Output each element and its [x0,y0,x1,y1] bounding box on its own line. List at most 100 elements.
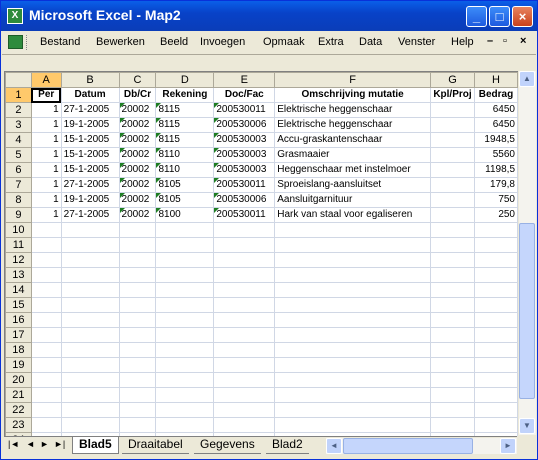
empty-cell[interactable] [30,417,62,433]
row-header[interactable]: 10 [5,222,32,238]
vertical-scrollbar[interactable]: ▲ ▼ [518,71,536,435]
cell-g[interactable] [430,117,475,133]
cell-f[interactable]: Elektrische heggenschaar [274,117,431,133]
close-button[interactable]: × [512,6,533,27]
empty-cell[interactable] [30,387,62,403]
cell-e[interactable]: 200530006 [213,117,276,133]
row-header[interactable]: 19 [5,357,32,373]
empty-cell[interactable] [30,327,62,343]
empty-cell[interactable] [274,252,431,268]
column-header-b[interactable]: B [60,72,120,88]
row-header[interactable]: 3 [5,117,32,133]
empty-cell[interactable] [155,357,215,373]
empty-cell[interactable] [473,372,518,388]
cell-c[interactable]: 20002 [118,117,157,133]
cell-f[interactable]: Accu-graskantenschaar [274,132,431,148]
empty-cell[interactable] [30,267,62,283]
empty-cell[interactable] [473,387,518,403]
empty-cell[interactable] [60,417,120,433]
empty-cell[interactable] [213,357,276,373]
doc-restore-button[interactable]: ▫ [503,35,507,47]
empty-cell[interactable] [30,237,62,253]
empty-cell[interactable] [430,402,475,418]
cell-f[interactable]: Sproeislang-aansluitset [274,177,431,193]
empty-cell[interactable] [213,282,276,298]
menu-extra[interactable]: Extra [318,36,344,48]
empty-cell[interactable] [473,402,518,418]
empty-cell[interactable] [118,372,157,388]
scroll-up-arrow-icon[interactable]: ▲ [519,71,535,87]
cell-d[interactable]: 8110 [155,162,215,178]
cell-a[interactable]: 1 [30,132,62,148]
cell-d[interactable]: 8115 [155,117,215,133]
empty-cell[interactable] [473,222,518,238]
column-header-d[interactable]: D [155,72,215,88]
empty-cell[interactable] [118,312,157,328]
column-header-a[interactable]: A [30,72,62,88]
spreadsheet-grid[interactable]: A B C D E F G H 1 Per Datum Db/Cr Rekening Do… [4,71,518,436]
empty-cell[interactable] [430,387,475,403]
column-header-e[interactable]: E [213,72,276,88]
header-cell-b[interactable]: Datum [60,87,120,103]
cell-a[interactable]: 1 [30,177,62,193]
empty-cell[interactable] [155,312,215,328]
empty-cell[interactable] [60,252,120,268]
empty-cell[interactable] [30,402,62,418]
empty-cell[interactable] [155,417,215,433]
empty-cell[interactable] [274,342,431,358]
horizontal-scrollbar[interactable]: ◄ ► [326,438,517,454]
scroll-down-arrow-icon[interactable]: ▼ [519,418,535,434]
cell-f[interactable]: Elektrische heggenschaar [274,102,431,118]
empty-cell[interactable] [274,327,431,343]
cell-e[interactable]: 200530003 [213,147,276,163]
empty-cell[interactable] [118,387,157,403]
row-header[interactable]: 5 [5,147,32,163]
menu-bewerken[interactable]: Bewerken [96,36,145,48]
cell-f[interactable]: Grasmaaier [274,147,431,163]
empty-cell[interactable] [274,357,431,373]
empty-cell[interactable] [473,417,518,433]
empty-cell[interactable] [473,237,518,253]
header-cell-h[interactable]: Bedrag [473,87,518,103]
row-header[interactable]: 20 [5,372,32,388]
sheet-tab-gegevens[interactable]: Gegevens [194,437,261,454]
sheet-tab-blad2[interactable]: Blad2 [266,437,309,454]
empty-cell[interactable] [274,297,431,313]
empty-cell[interactable] [430,237,475,253]
cell-c[interactable]: 20002 [118,132,157,148]
empty-cell[interactable] [473,252,518,268]
empty-cell[interactable] [155,252,215,268]
empty-cell[interactable] [473,342,518,358]
empty-cell[interactable] [118,267,157,283]
cell-d[interactable]: 8105 [155,192,215,208]
cell-h[interactable]: 179,8 [473,177,518,193]
header-cell-c[interactable]: Db/Cr [118,87,157,103]
row-header[interactable]: 11 [5,237,32,253]
empty-cell[interactable] [60,402,120,418]
empty-cell[interactable] [155,342,215,358]
empty-cell[interactable] [118,402,157,418]
empty-cell[interactable] [60,342,120,358]
empty-cell[interactable] [118,327,157,343]
menu-invoegen[interactable]: Invoegen [200,36,245,48]
minimize-button[interactable]: _ [466,6,487,27]
menu-data[interactable]: Data [359,36,382,48]
empty-cell[interactable] [118,252,157,268]
empty-cell[interactable] [60,297,120,313]
empty-cell[interactable] [118,237,157,253]
empty-cell[interactable] [213,237,276,253]
row-header[interactable]: 18 [5,342,32,358]
row-header[interactable]: 16 [5,312,32,328]
empty-cell[interactable] [155,297,215,313]
cell-h[interactable]: 6450 [473,102,518,118]
row-header[interactable]: 23 [5,417,32,433]
empty-cell[interactable] [430,297,475,313]
cell-a[interactable]: 1 [30,207,62,223]
empty-cell[interactable] [430,282,475,298]
empty-cell[interactable] [430,222,475,238]
row-header[interactable]: 7 [5,177,32,193]
empty-cell[interactable] [213,417,276,433]
first-sheet-icon[interactable]: |◄ [8,439,19,449]
row-header[interactable]: 4 [5,132,32,148]
cell-h[interactable]: 6450 [473,117,518,133]
